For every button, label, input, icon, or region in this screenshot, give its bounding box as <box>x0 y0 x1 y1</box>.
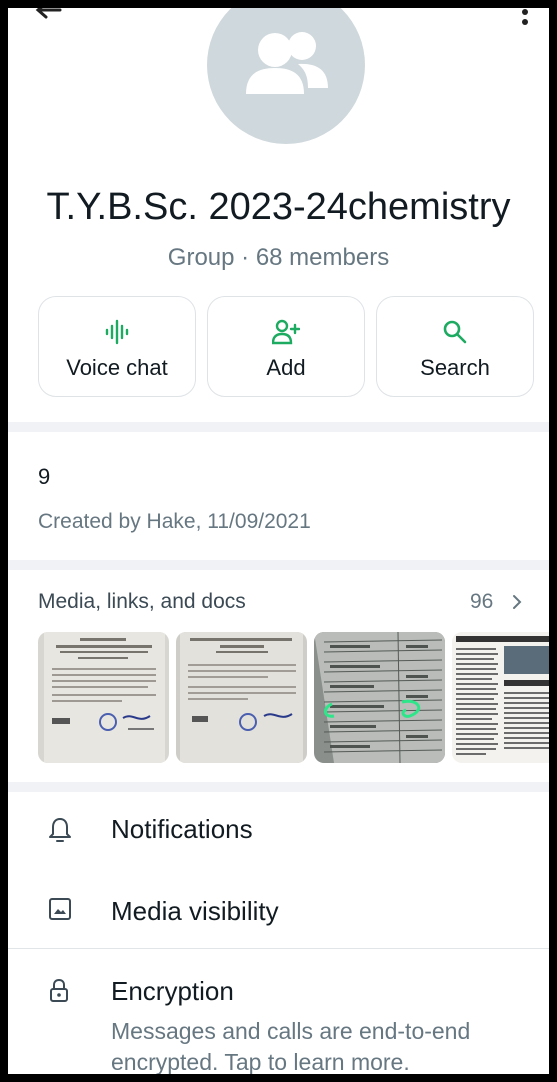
lock-icon <box>50 978 68 1002</box>
notifications-row[interactable]: Notifications <box>8 808 549 868</box>
bell-icon <box>49 818 71 842</box>
search-button[interactable]: Search <box>376 296 534 397</box>
section-divider <box>8 782 549 792</box>
media-thumbnail[interactable] <box>38 632 169 763</box>
created-by-text: Created by Hake, 11/09/2021 <box>38 510 311 533</box>
group-info-screen: T.Y.B.Sc. 2023-24chemistry Group · 68 me… <box>8 8 549 1074</box>
divider-line <box>8 948 549 949</box>
document-photo-image <box>176 632 307 763</box>
newspaper-photo-image <box>452 632 549 763</box>
encryption-row[interactable]: Encryption Messages and calls are end-to… <box>8 976 549 1074</box>
media-thumbnail[interactable] <box>452 632 549 763</box>
section-divider <box>8 422 549 432</box>
encryption-description: Messages and calls are end-to-end encryp… <box>111 1018 471 1074</box>
group-description[interactable]: 9 <box>38 464 50 490</box>
more-options-icon[interactable] <box>514 8 536 34</box>
group-people-icon <box>246 32 328 94</box>
media-visibility-label: Media visibility <box>111 896 279 926</box>
chevron-right-icon[interactable] <box>510 592 524 612</box>
section-divider <box>8 560 549 570</box>
media-links-docs-label[interactable]: Media, links, and docs <box>38 590 246 614</box>
group-avatar[interactable] <box>207 8 365 144</box>
media-thumbnail[interactable] <box>176 632 307 763</box>
add-person-icon <box>272 319 300 345</box>
group-name[interactable]: T.Y.B.Sc. 2023-24chemistry <box>8 186 549 229</box>
notifications-label: Notifications <box>111 814 253 844</box>
voice-chat-button[interactable]: Voice chat <box>38 296 196 397</box>
encryption-label: Encryption <box>111 976 234 1006</box>
media-visibility-row[interactable]: Media visibility <box>8 890 549 950</box>
back-arrow-icon[interactable] <box>34 8 62 24</box>
media-count[interactable]: 96 <box>470 590 493 614</box>
add-label: Add <box>266 355 306 380</box>
add-button[interactable]: Add <box>207 296 365 397</box>
voice-chat-icon <box>105 319 129 345</box>
table-photo-image <box>314 632 445 763</box>
media-thumbnail[interactable] <box>314 632 445 763</box>
group-subtitle: Group · 68 members <box>167 244 390 271</box>
image-icon <box>49 898 71 920</box>
search-label: Search <box>420 355 490 380</box>
search-icon <box>443 320 467 344</box>
document-photo-image <box>38 632 169 763</box>
voice-chat-label: Voice chat <box>66 355 168 380</box>
